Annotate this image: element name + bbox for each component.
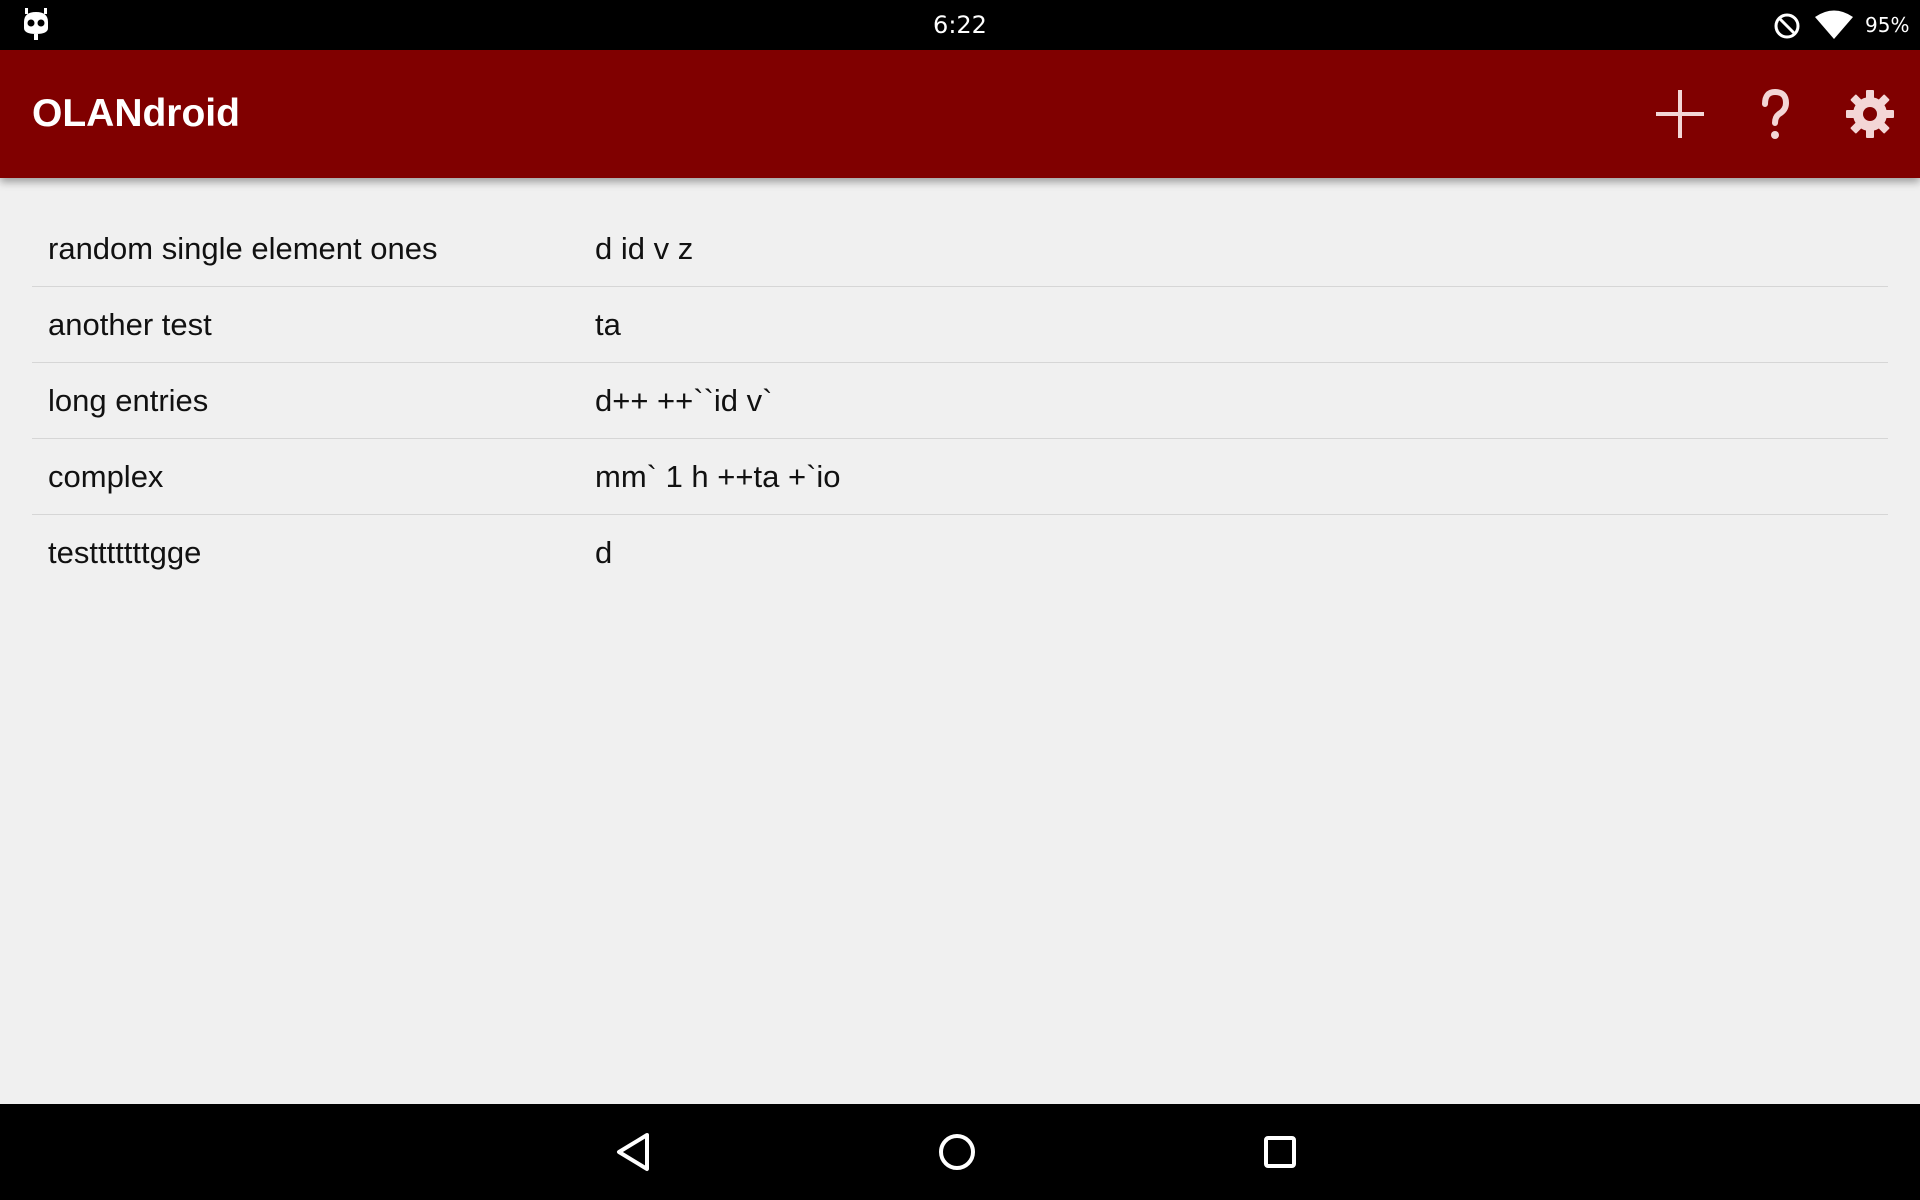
recents-button[interactable] (1250, 1122, 1310, 1182)
home-icon (927, 1134, 987, 1186)
sequence-figures: d (595, 535, 613, 570)
status-bar: 6:22 95% (0, 0, 1920, 50)
sequence-figures: d id v z (595, 231, 694, 266)
settings-icon (1840, 90, 1900, 148)
sequence-figures: d++ ++``id v` (595, 383, 773, 418)
home-button[interactable] (927, 1122, 987, 1182)
app-title: OLANdroid (32, 92, 240, 135)
list-item[interactable]: complex mm` 1 h ++ta +`io (32, 439, 1888, 515)
wifi-icon (1814, 10, 1854, 40)
sequence-name: another test (48, 307, 212, 342)
add-icon (1650, 90, 1710, 148)
navigation-bar (0, 1104, 1920, 1200)
do-not-disturb-icon (1773, 12, 1801, 40)
sequence-name: long entries (48, 383, 209, 418)
battery-percent: 95% (1865, 13, 1910, 37)
sequence-figures: mm` 1 h ++ta +`io (595, 459, 841, 494)
sequence-list: random single element ones d id v z anot… (32, 211, 1888, 590)
recents-icon (1250, 1136, 1310, 1186)
back-icon (603, 1133, 663, 1186)
list-item[interactable]: another test ta (32, 287, 1888, 363)
sequence-name: complex (48, 459, 164, 494)
list-item[interactable]: long entries d++ ++``id v` (32, 363, 1888, 439)
help-icon (1745, 88, 1805, 148)
app-bar: OLANdroid (0, 50, 1920, 178)
sequence-figures: ta (595, 307, 621, 342)
settings-button[interactable] (1840, 84, 1900, 144)
sequence-name: random single element ones (48, 231, 438, 266)
help-button[interactable] (1745, 84, 1805, 144)
sequence-name: testttttttgge (48, 535, 202, 570)
status-clock: 6:22 (933, 11, 987, 39)
back-button[interactable] (603, 1122, 663, 1182)
list-item[interactable]: random single element ones d id v z (32, 211, 1888, 287)
add-button[interactable] (1650, 84, 1710, 144)
list-item[interactable]: testttttttgge d (32, 515, 1888, 590)
